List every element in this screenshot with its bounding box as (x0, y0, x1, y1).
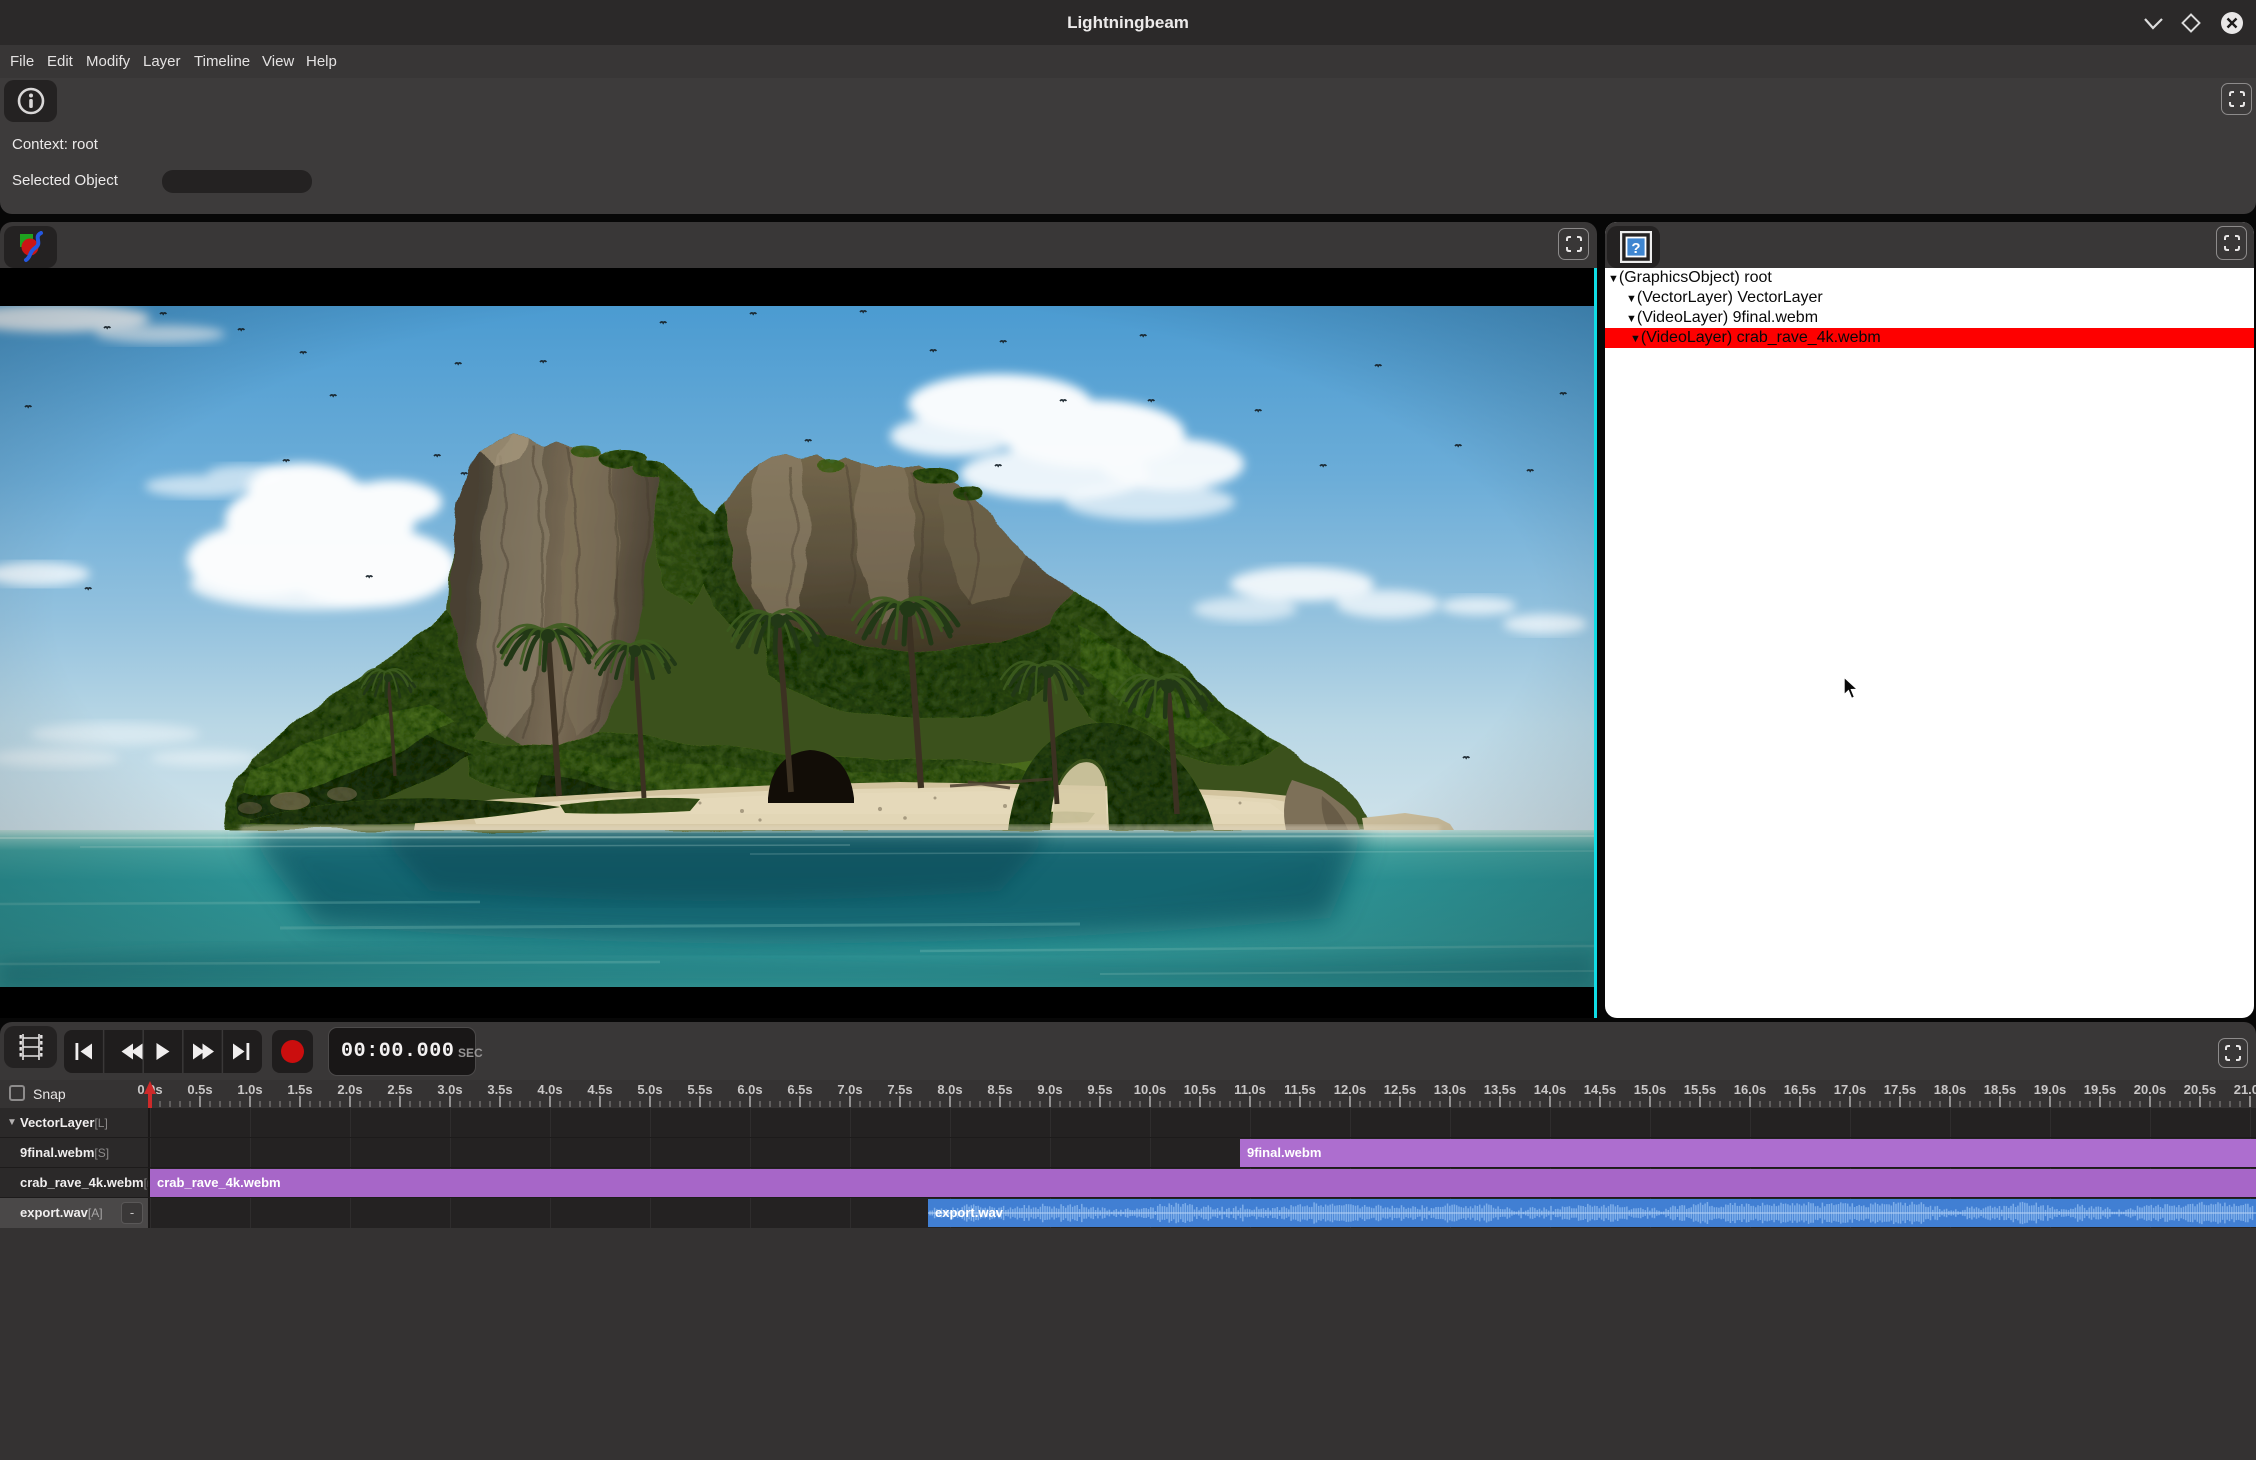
svg-text:?: ? (1631, 240, 1640, 257)
